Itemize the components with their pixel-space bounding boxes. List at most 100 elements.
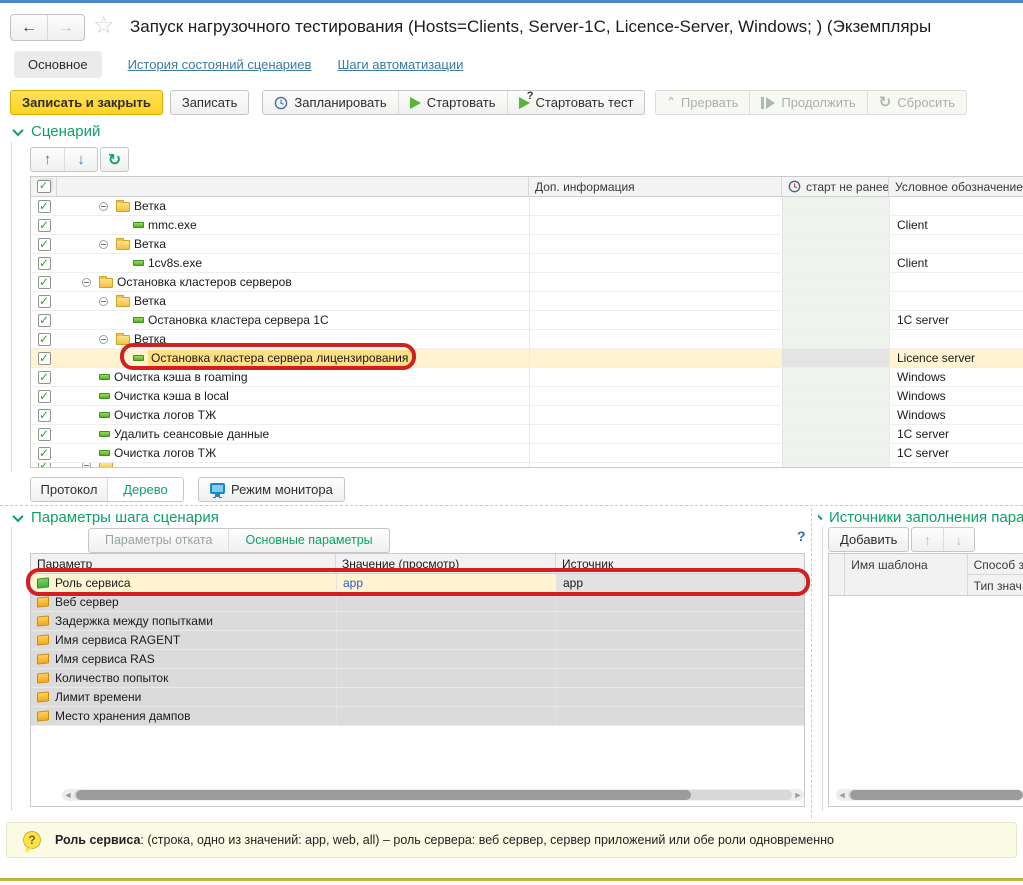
param-column-header[interactable]: Параметр bbox=[31, 554, 336, 573]
scenario-tree-table[interactable]: ✓ Доп. информация старт не ранее… Условн… bbox=[30, 176, 1023, 468]
param-name-cell[interactable]: Имя сервиса RAGENT bbox=[31, 631, 336, 649]
row-checkbox[interactable]: ✓ bbox=[38, 390, 51, 403]
source-column-header[interactable]: Источник bbox=[556, 554, 804, 573]
tree-cell[interactable]: Ветка bbox=[57, 235, 529, 253]
collapse-minus-icon[interactable] bbox=[82, 278, 99, 287]
collapse-minus-icon[interactable] bbox=[99, 202, 116, 211]
param-source-cell[interactable] bbox=[556, 612, 804, 630]
row-checkbox[interactable]: ✓ bbox=[38, 371, 51, 384]
scrollbar-thumb[interactable] bbox=[850, 790, 1023, 800]
back-button[interactable]: ← bbox=[11, 15, 47, 40]
refresh-button[interactable]: ↻ bbox=[100, 147, 129, 172]
save-and-close-button[interactable]: Записать и закрыть bbox=[10, 90, 163, 115]
reset-button[interactable]: ↻ Сбросить bbox=[867, 91, 966, 114]
tree-cell[interactable]: Ветка bbox=[57, 292, 529, 310]
scrollbar-track[interactable] bbox=[74, 790, 792, 800]
tree-row[interactable]: ✓Остановка кластера сервера 1С1C server bbox=[31, 311, 1023, 330]
start-test-button[interactable]: ? Стартовать тест bbox=[507, 91, 645, 114]
tree-cell[interactable]: Очистка кэша в local bbox=[57, 387, 529, 405]
row-checkbox[interactable]: ✓ bbox=[38, 463, 51, 468]
tree-cell[interactable]: Остановка кластера сервера лицензировани… bbox=[57, 349, 529, 367]
param-source-cell[interactable] bbox=[556, 631, 804, 649]
collapse-chevron-icon[interactable] bbox=[818, 513, 823, 520]
param-row[interactable]: Веб сервер bbox=[31, 593, 804, 612]
collapse-chevron-icon[interactable] bbox=[12, 510, 23, 521]
row-checkbox[interactable]: ✓ bbox=[38, 447, 51, 460]
param-source-cell[interactable] bbox=[556, 688, 804, 706]
param-name-cell[interactable]: Имя сервиса RAS bbox=[31, 650, 336, 668]
interrupt-button[interactable]: * Прервать bbox=[656, 91, 749, 114]
fill-method-column-header[interactable]: Способ з bbox=[968, 554, 1023, 574]
params-section-header[interactable]: Параметры шага сценария bbox=[14, 509, 219, 526]
param-source-cell[interactable] bbox=[556, 593, 804, 611]
tree-row[interactable]: ✓Очистка кэша в roamingWindows bbox=[31, 368, 1023, 387]
param-row[interactable]: Имя сервиса RAS bbox=[31, 650, 804, 669]
header-tree-cell[interactable] bbox=[57, 177, 529, 196]
collapse-minus-icon[interactable] bbox=[82, 463, 99, 468]
param-name-cell[interactable]: Место хранения дампов bbox=[31, 707, 336, 725]
param-value-cell[interactable] bbox=[336, 631, 556, 649]
help-link[interactable]: ? bbox=[797, 528, 806, 544]
save-button[interactable]: Записать bbox=[170, 90, 250, 115]
rollback-params-tab[interactable]: Параметры отката bbox=[89, 529, 228, 551]
scroll-right-icon[interactable]: ► bbox=[792, 789, 804, 801]
start-button[interactable]: Стартовать bbox=[398, 91, 507, 114]
multicheck-icon[interactable]: ✓ bbox=[37, 180, 51, 193]
row-checkbox[interactable]: ✓ bbox=[38, 333, 51, 346]
param-row[interactable]: Задержка между попытками bbox=[31, 612, 804, 631]
tree-row[interactable]: ✓Остановка кластеров серверов bbox=[31, 273, 1023, 292]
tree-cell[interactable]: mmc.exe bbox=[57, 216, 529, 234]
collapse-minus-icon[interactable] bbox=[99, 240, 116, 249]
row-checkbox[interactable]: ✓ bbox=[38, 238, 51, 251]
param-source-cell[interactable] bbox=[556, 707, 804, 725]
tree-cell[interactable]: Очистка кэша в roaming bbox=[57, 368, 529, 386]
tree-row[interactable]: ✓mmc.exeClient bbox=[31, 216, 1023, 235]
value-column-header[interactable]: Значение (просмотр) bbox=[336, 554, 556, 573]
collapse-chevron-icon[interactable] bbox=[12, 124, 23, 135]
param-row[interactable]: Роль сервисаappapp bbox=[31, 574, 804, 593]
monitor-mode-button[interactable]: Режим монитора bbox=[198, 477, 345, 502]
param-source-cell[interactable]: app bbox=[556, 574, 804, 592]
resume-button[interactable]: Продолжить bbox=[749, 91, 866, 114]
tree-row[interactable]: ✓ Ветка bbox=[31, 330, 1023, 349]
params-horizontal-scrollbar[interactable]: ◄ ► bbox=[62, 789, 804, 801]
tree-cell[interactable]: Очистка логов ТЖ bbox=[57, 406, 529, 424]
row-checkbox[interactable]: ✓ bbox=[38, 200, 51, 213]
horizontal-splitter[interactable] bbox=[0, 505, 1023, 506]
param-value-cell[interactable] bbox=[336, 688, 556, 706]
tree-cell[interactable]: Ветка bbox=[57, 197, 529, 215]
param-row[interactable]: Лимит времени bbox=[31, 688, 804, 707]
schedule-button[interactable]: Запланировать bbox=[263, 91, 397, 114]
collapse-minus-icon[interactable] bbox=[99, 297, 116, 306]
tree-row[interactable]: ✓Очистка логов ТЖ1C server bbox=[31, 444, 1023, 463]
param-row[interactable]: Место хранения дампов bbox=[31, 707, 804, 726]
param-row[interactable]: Имя сервиса RAGENT bbox=[31, 631, 804, 650]
vertical-splitter[interactable] bbox=[811, 508, 812, 818]
favorite-star-icon[interactable]: ☆ bbox=[93, 11, 115, 41]
add-source-button[interactable]: Добавить bbox=[828, 527, 909, 552]
step-params-table[interactable]: Параметр Значение (просмотр) Источник Ро… bbox=[30, 553, 805, 807]
row-checkbox[interactable]: ✓ bbox=[38, 219, 51, 232]
header-multicheck-cell[interactable]: ✓ bbox=[31, 177, 57, 196]
tree-row[interactable]: ✓Удалить сеансовые данные1C server bbox=[31, 425, 1023, 444]
param-name-cell[interactable]: Роль сервиса bbox=[31, 574, 336, 592]
param-value-cell[interactable] bbox=[336, 707, 556, 725]
tree-cell[interactable]: Ветка bbox=[57, 330, 529, 348]
history-nav-buttons[interactable]: ← → bbox=[10, 14, 85, 41]
template-name-column-header[interactable]: Имя шаблона bbox=[845, 554, 967, 595]
header-info-cell[interactable]: Доп. информация bbox=[529, 177, 782, 196]
header-unit-cell[interactable]: Условное обозначение ед bbox=[889, 177, 1023, 196]
tab-automation-steps[interactable]: Шаги автоматизации bbox=[337, 57, 463, 72]
move-up-button[interactable]: ↑ bbox=[912, 528, 943, 551]
scroll-left-icon[interactable]: ◄ bbox=[62, 789, 74, 801]
tree-cell[interactable]: Удалить сеансовые данные bbox=[57, 425, 529, 443]
tree-cell[interactable] bbox=[57, 463, 529, 468]
tab-main[interactable]: Основное bbox=[14, 51, 102, 78]
tree-row[interactable]: ✓1cv8s.exeClient bbox=[31, 254, 1023, 273]
tree-cell[interactable]: 1cv8s.exe bbox=[57, 254, 529, 272]
fill-sources-table[interactable]: Имя шаблона Способ з Тип знач bbox=[828, 553, 1023, 807]
move-up-button[interactable]: ↑ bbox=[31, 148, 64, 171]
row-checkbox[interactable]: ✓ bbox=[38, 314, 51, 327]
tree-tab[interactable]: Дерево bbox=[107, 478, 183, 501]
scroll-left-icon[interactable]: ◄ bbox=[836, 789, 848, 801]
